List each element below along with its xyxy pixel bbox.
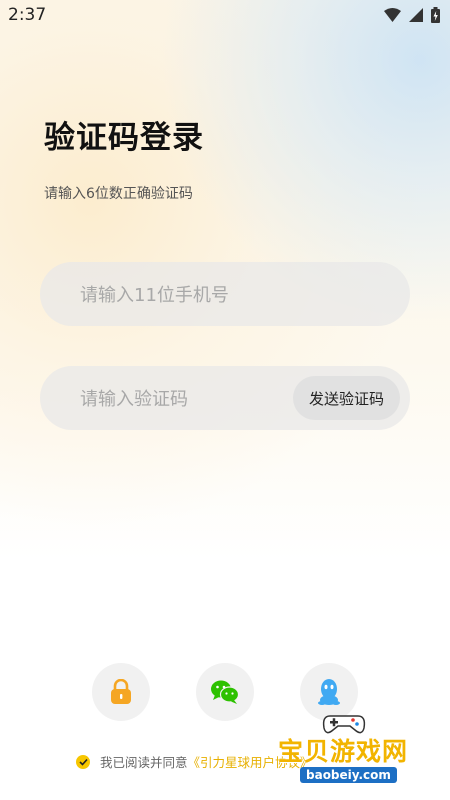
watermark-url: baobeiy.com (300, 767, 397, 783)
lock-icon (111, 679, 131, 704)
send-code-button[interactable]: 发送验证码 (292, 376, 400, 420)
phone-input[interactable] (78, 262, 322, 328)
qq-icon (318, 679, 340, 705)
watermark-title: 宝贝游戏网 (278, 737, 409, 766)
wifi-icon (384, 8, 401, 22)
signal-icon (409, 8, 423, 22)
agreement-text: 我已阅读并同意 (100, 755, 188, 770)
watermark: 宝贝游戏网 baobeiy.com (270, 712, 450, 794)
wechat-login-button[interactable] (196, 663, 254, 721)
page-title: 验证码登录 (44, 120, 204, 156)
status-icons (384, 7, 440, 23)
page-subtitle: 请输入6位数正确验证码 (44, 186, 193, 202)
status-time: 2:37 (8, 5, 47, 25)
checkmark-icon (78, 758, 88, 766)
code-field[interactable]: 发送验证码 (40, 366, 410, 432)
phone-field[interactable] (40, 262, 410, 328)
code-input[interactable] (78, 366, 322, 432)
status-bar: 2:37 (0, 0, 450, 32)
agreement-checkbox[interactable] (76, 754, 90, 769)
wechat-icon (211, 680, 240, 704)
battery-icon (431, 7, 440, 23)
password-login-button[interactable] (92, 663, 150, 721)
